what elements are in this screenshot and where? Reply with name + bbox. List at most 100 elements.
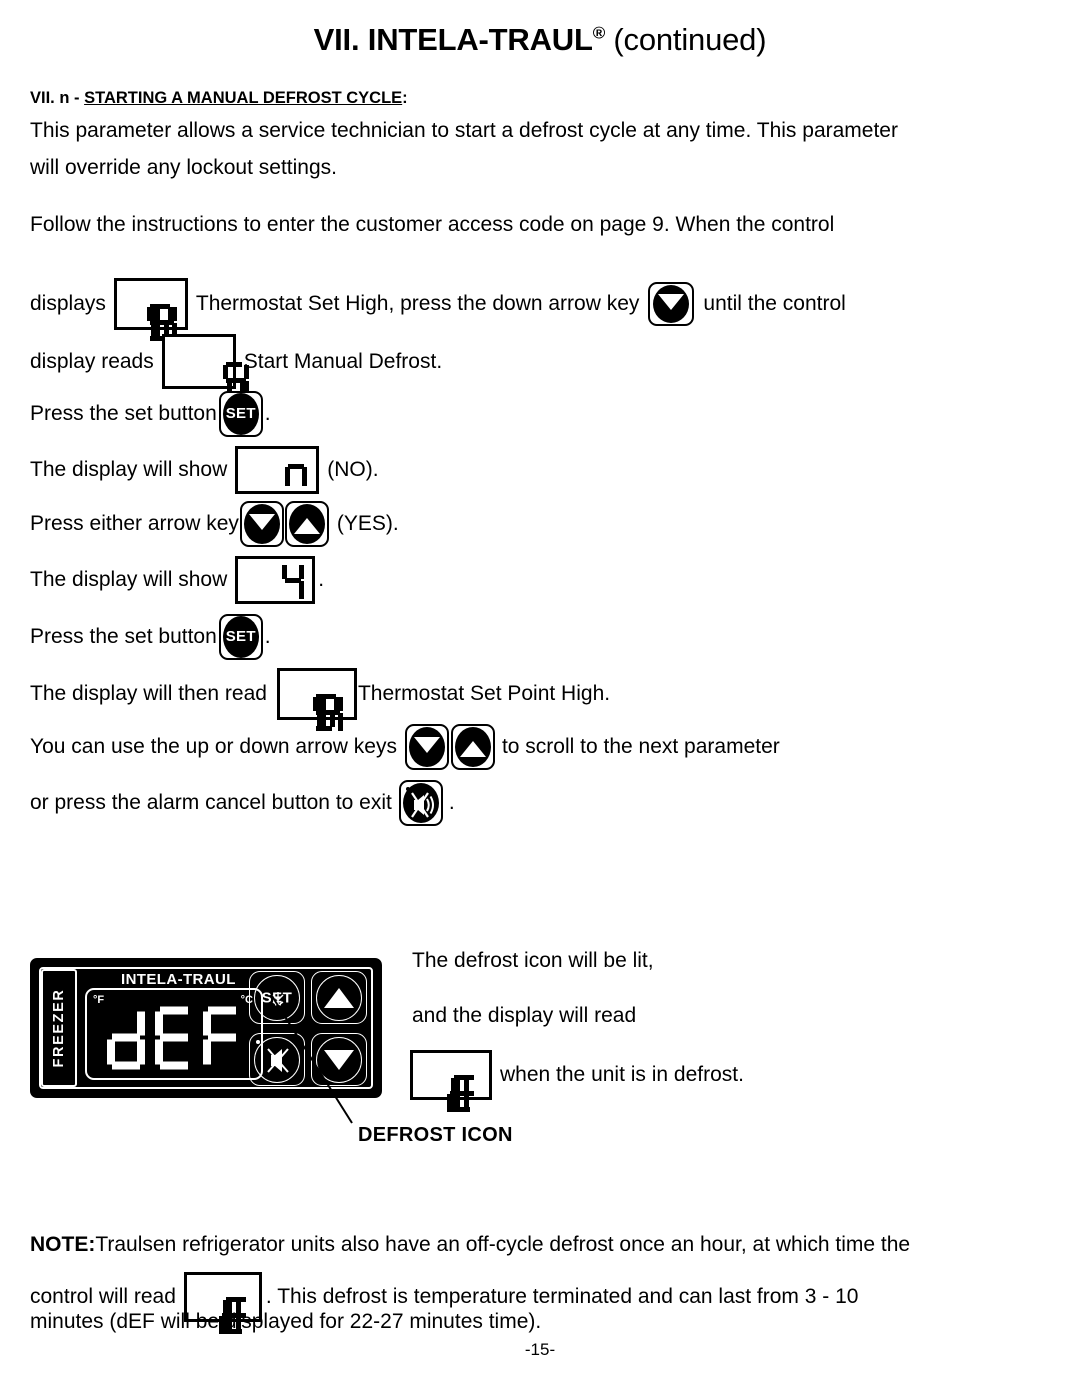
- step-6-row: The display will show .: [30, 556, 324, 604]
- section-title: STARTING A MANUAL DEFROST CYCLE: [84, 89, 403, 107]
- mute-speaker-icon: [410, 792, 434, 818]
- body-text: The defrost icon will be lit,: [412, 949, 654, 972]
- step-4-prefix: The display will show: [30, 458, 228, 481]
- panel-set-label: SET: [261, 989, 293, 1006]
- step-10-prefix: or press the alarm cancel button to exit: [30, 791, 392, 814]
- step-2-suffix: Start Manual Defrost.: [243, 349, 443, 373]
- note-text-pre: control will read: [30, 1285, 176, 1308]
- step-9-row: You can use the up or down arrow keys to…: [30, 724, 780, 770]
- seg-digit-4: [282, 562, 305, 599]
- panel-brand-label: INTELA-TRAUL: [121, 971, 236, 988]
- step-8-suffix: Thermostat Set Point High.: [357, 682, 611, 705]
- down-arrow-key-inline-3[interactable]: [404, 724, 449, 770]
- step-2-row: display reads Start Manual Defrost.: [30, 334, 443, 399]
- step-1-prefix: displays: [30, 292, 106, 315]
- section-colon: :: [402, 89, 408, 107]
- panel-up-arrow-key[interactable]: [311, 971, 367, 1024]
- up-arrow-key-inline-1[interactable]: [284, 501, 329, 547]
- step-10-suffix: .: [448, 791, 455, 814]
- chevron-up-icon: [293, 518, 320, 534]
- step-8-prefix: The display will then read: [30, 682, 267, 705]
- note-text-post: . This defrost is temperature terminated…: [265, 1285, 859, 1308]
- seg-digit-n: [285, 464, 309, 486]
- down-arrow-key-inline-2[interactable]: [239, 501, 284, 547]
- alarm-cancel-key-inline[interactable]: [398, 780, 443, 826]
- step-3-prefix: Press the set button: [30, 402, 217, 425]
- registered-mark-icon: ®: [592, 23, 606, 43]
- step-2-prefix: display reads: [30, 349, 154, 373]
- body-text: and the display will read: [412, 1004, 637, 1027]
- mute-speaker-icon: [267, 1048, 289, 1073]
- compartment-tab: FREEZER: [41, 969, 77, 1087]
- panel-set-key[interactable]: SET: [249, 971, 305, 1024]
- step-4-suffix: (NO).: [327, 458, 379, 481]
- up-arrow-key-inline-2[interactable]: [450, 724, 495, 770]
- display-yes: [235, 556, 316, 604]
- note-text: Traulsen refrigerator units also have an…: [95, 1233, 911, 1256]
- body-text: Follow the instructions to enter the cus…: [30, 213, 835, 236]
- chevron-down-icon: [248, 514, 275, 530]
- step-9-prefix: You can use the up or down arrow keys: [30, 735, 397, 758]
- note-label: NOTE:: [30, 1233, 96, 1256]
- callout-line-1: The defrost icon will be lit,: [412, 948, 654, 974]
- step-1-suffix: until the control: [703, 292, 846, 315]
- panel-keypad: SET: [249, 971, 371, 1086]
- panel-down-arrow-key[interactable]: [311, 1033, 367, 1086]
- display-sph-2: [276, 668, 357, 731]
- section-number: VII. n -: [30, 89, 85, 107]
- note-line-3: minutes (dEF will be displayed for 22-27…: [30, 1310, 541, 1334]
- set-key-label: SET: [225, 628, 256, 645]
- section-heading: VII. n - STARTING A MANUAL DEFROST CYCLE…: [30, 89, 408, 108]
- body-text: when the unit is in defrost.: [500, 1063, 744, 1086]
- seg-row: [280, 671, 354, 731]
- panel-alarm-cancel-key[interactable]: [249, 1033, 305, 1086]
- lcd-seg-digit-d: [107, 1006, 145, 1070]
- lcd-seg-digit-F: [203, 1006, 241, 1069]
- step-10-row: or press the alarm cancel button to exit…: [30, 780, 455, 826]
- step-6-suffix: .: [318, 568, 325, 591]
- callout-line-2: and the display will read: [412, 1003, 636, 1029]
- chevron-down-icon: [324, 1049, 354, 1070]
- step-4-row: The display will show (NO).: [30, 446, 379, 494]
- chevron-up-icon: [324, 987, 354, 1008]
- step-5-suffix: (YES).: [336, 512, 399, 535]
- step-9-suffix: to scroll to the next parameter: [501, 735, 780, 758]
- step-8-row: The display will then read Thermostat Se…: [30, 668, 611, 731]
- seg-row: [165, 337, 249, 399]
- seg-row: [117, 281, 185, 341]
- display-sd: [161, 334, 249, 399]
- seg-row: [238, 449, 316, 491]
- step-5-prefix: Press either arrow key: [30, 512, 239, 535]
- note-line-1: NOTE: Traulsen refrigerator units also h…: [30, 1233, 910, 1257]
- set-key-label: SET: [225, 405, 256, 422]
- step-6-prefix: The display will show: [30, 568, 228, 591]
- note-text: minutes (dEF will be displayed for 22-27…: [30, 1310, 542, 1333]
- seg-row: [238, 559, 312, 601]
- page-number: -15-: [524, 1340, 556, 1359]
- set-key-inline-1[interactable]: SET: [218, 391, 263, 437]
- step-5-row: Press either arrow key (YES).: [30, 501, 399, 547]
- display-n: [235, 446, 320, 494]
- lcd-digit-group: [107, 1006, 241, 1070]
- seg-row: [413, 1053, 489, 1112]
- display-def-1: [410, 1050, 492, 1112]
- step-7-suffix: .: [264, 625, 271, 648]
- step-1-middle: Thermostat Set High, press the down arro…: [195, 292, 640, 315]
- step-1-row: displays Thermostat Set High, press the …: [30, 278, 846, 341]
- step-7-row: Press the set button SET .: [30, 614, 271, 660]
- body-text: will override any lockout settings.: [30, 156, 337, 179]
- callout-line-3: when the unit is in defrost.: [410, 1050, 744, 1112]
- display-sph: [113, 278, 188, 341]
- page-title-main: VII. INTELA-TRAUL: [313, 22, 593, 57]
- down-arrow-key-inline-1[interactable]: [648, 282, 695, 326]
- page-title: VII. INTELA-TRAUL® (continued): [0, 22, 1080, 58]
- chevron-down-icon: [658, 294, 685, 310]
- lcd-seg-digit-E: [155, 1006, 193, 1070]
- set-key-inline-2[interactable]: SET: [218, 614, 263, 660]
- compartment-label: FREEZER: [51, 988, 67, 1068]
- paragraph-1-line-2: will override any lockout settings.: [30, 155, 337, 181]
- paragraph-1-line-1: This parameter allows a service technici…: [30, 118, 898, 144]
- step-3-suffix: .: [264, 402, 271, 425]
- step-7-prefix: Press the set button: [30, 625, 217, 648]
- body-text: This parameter allows a service technici…: [30, 119, 898, 142]
